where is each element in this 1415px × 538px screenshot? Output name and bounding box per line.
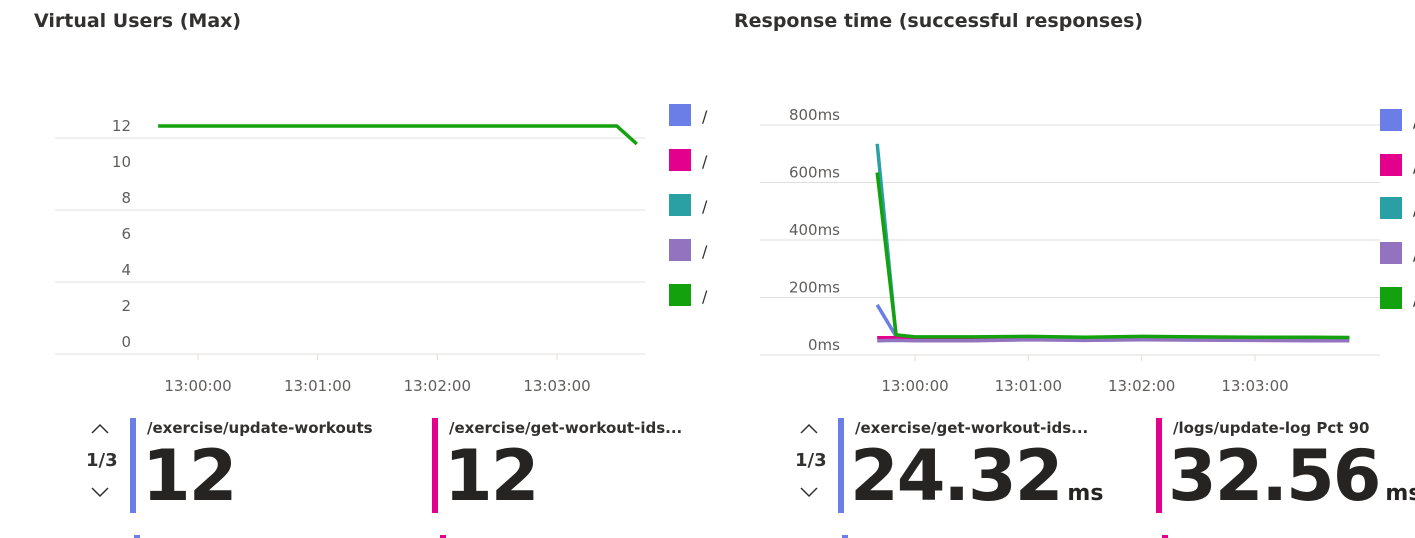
y-tick-label: 200ms: [789, 279, 840, 297]
series-line: [875, 303, 1350, 341]
legend-swatch-magenta: [669, 149, 691, 171]
x-tick-label: 13:02:00: [404, 377, 471, 395]
metric-number: 32.56: [1168, 435, 1381, 517]
y-tick-label: 400ms: [789, 221, 840, 239]
legend-item[interactable]: /: [1380, 287, 1415, 311]
x-tick-label: 13:00:00: [881, 377, 948, 395]
x-tick-label: 13:00:00: [164, 377, 231, 395]
y-tick-label: 10: [112, 153, 131, 171]
x-tick-label: 13:01:00: [284, 377, 351, 395]
y-tick-label: 800ms: [789, 106, 840, 124]
y-tick-label: 2: [121, 297, 131, 315]
page-indicator: 1/3: [86, 450, 118, 471]
metric-color-bar: [838, 418, 844, 513]
legend-item[interactable]: /: [1380, 154, 1415, 178]
metric-value: 32.56 ms: [1168, 431, 1415, 538]
y-tick-label: 12: [112, 117, 131, 135]
y-tick-label: 0ms: [808, 336, 840, 354]
legend-swatch-teal: [669, 194, 691, 216]
legend-swatch-green: [1380, 287, 1402, 309]
chevron-up-icon[interactable]: [91, 420, 109, 438]
metric-number: 12: [142, 435, 237, 517]
chevron-down-icon[interactable]: [91, 483, 109, 501]
metric-value: 12: [142, 431, 237, 521]
virtual-users-chart: 12 10 8 6 4 2 0 13:00:00 13:01:00 13:02:00 13:03:0…: [55, 117, 645, 395]
legend-swatch-blue: [669, 104, 691, 126]
metric-pager: 1/3: [86, 415, 118, 515]
legend-swatch-green: [669, 284, 691, 306]
metric-value: 12: [444, 431, 539, 521]
series-line: [158, 124, 638, 146]
legend-swatch-purple: [1380, 242, 1402, 264]
metric-color-bar: [130, 418, 136, 513]
legend-swatch-magenta: [1380, 154, 1402, 176]
x-tick-label: 13:02:00: [1108, 377, 1175, 395]
x-tick-label: 13:01:00: [995, 377, 1062, 395]
response-time-chart: 800ms 600ms 400ms 200ms 0ms 13:00:00 13:01:00 1…: [760, 106, 1380, 395]
metric-number: 12: [444, 435, 539, 517]
x-tick-label: 13:03:00: [1221, 377, 1288, 395]
metric-value: 24.32 ms: [850, 431, 1103, 538]
series-line: [875, 172, 1350, 340]
response-time-panel: Response time (successful responses) 800…: [700, 0, 1415, 538]
x-tick-label: 13:03:00: [523, 377, 590, 395]
metric-pager: 1/3: [795, 415, 827, 515]
series-line: [875, 143, 1350, 340]
y-tick-label: 6: [121, 225, 131, 243]
series-line: [877, 338, 1350, 343]
metric-number: 24.32: [850, 435, 1063, 517]
legend-item[interactable]: /: [1380, 197, 1415, 221]
legend-item[interactable]: /: [1380, 109, 1415, 133]
y-tick-label: 4: [121, 261, 131, 279]
legend-swatch-teal: [1380, 197, 1402, 219]
metric-unit: ms: [1067, 481, 1104, 506]
legend-swatch-blue: [1380, 109, 1402, 131]
legend-item[interactable]: /: [1380, 242, 1415, 266]
virtual-users-panel: Virtual Users (Max) 12 10 8 6 4 2 0 13:00:00 13:…: [0, 0, 715, 538]
chevron-down-icon[interactable]: [800, 483, 818, 501]
legend-swatch-purple: [669, 239, 691, 261]
y-tick-label: 600ms: [789, 164, 840, 182]
y-tick-label: 0: [121, 333, 131, 351]
page-indicator: 1/3: [795, 450, 827, 471]
chevron-up-icon[interactable]: [800, 420, 818, 438]
metric-color-bar: [432, 418, 438, 513]
metric-color-bar: [1156, 418, 1162, 513]
y-tick-label: 8: [121, 189, 131, 207]
metric-unit: ms: [1385, 481, 1415, 506]
